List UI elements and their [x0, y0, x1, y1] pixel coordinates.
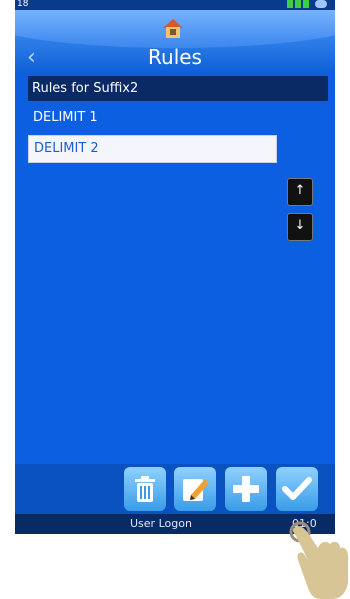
- move-down-button[interactable]: ↓: [287, 213, 313, 241]
- edit-icon: [183, 479, 209, 501]
- confirm-button[interactable]: [276, 467, 318, 511]
- user-logon-link[interactable]: User Logon: [130, 514, 192, 534]
- pointing-hand-icon: [289, 521, 348, 599]
- checkmark-icon: [282, 477, 312, 500]
- battery-icon: [287, 0, 309, 8]
- move-up-button[interactable]: ↑: [287, 178, 313, 206]
- arrow-up-icon: ↑: [294, 183, 306, 198]
- plus-icon: [233, 476, 259, 502]
- page-title: Rules: [148, 45, 202, 69]
- list-header: Rules for Suffix2: [28, 76, 328, 101]
- home-icon[interactable]: [162, 17, 184, 39]
- rules-list: Rules for Suffix2 DELIMIT 1 DELIMIT 2: [28, 76, 328, 167]
- status-bar: 18: [15, 0, 335, 10]
- list-item[interactable]: DELIMIT 1: [28, 105, 277, 131]
- arrow-down-icon: ↓: [294, 218, 306, 233]
- edit-button[interactable]: [174, 467, 216, 511]
- trash-icon: [135, 476, 155, 502]
- device-screen: 18 ‹ Rules Rules for Suffix2 DELIMIT 1 D…: [15, 0, 335, 534]
- add-button[interactable]: [225, 467, 267, 511]
- header-bar: ‹ Rules: [15, 10, 335, 74]
- settings-icon: [315, 0, 327, 8]
- status-left-text: 18: [17, 0, 29, 9]
- bottom-toolbar: [15, 464, 335, 514]
- list-item-selected[interactable]: DELIMIT 2: [28, 135, 277, 163]
- delete-button[interactable]: [124, 467, 166, 511]
